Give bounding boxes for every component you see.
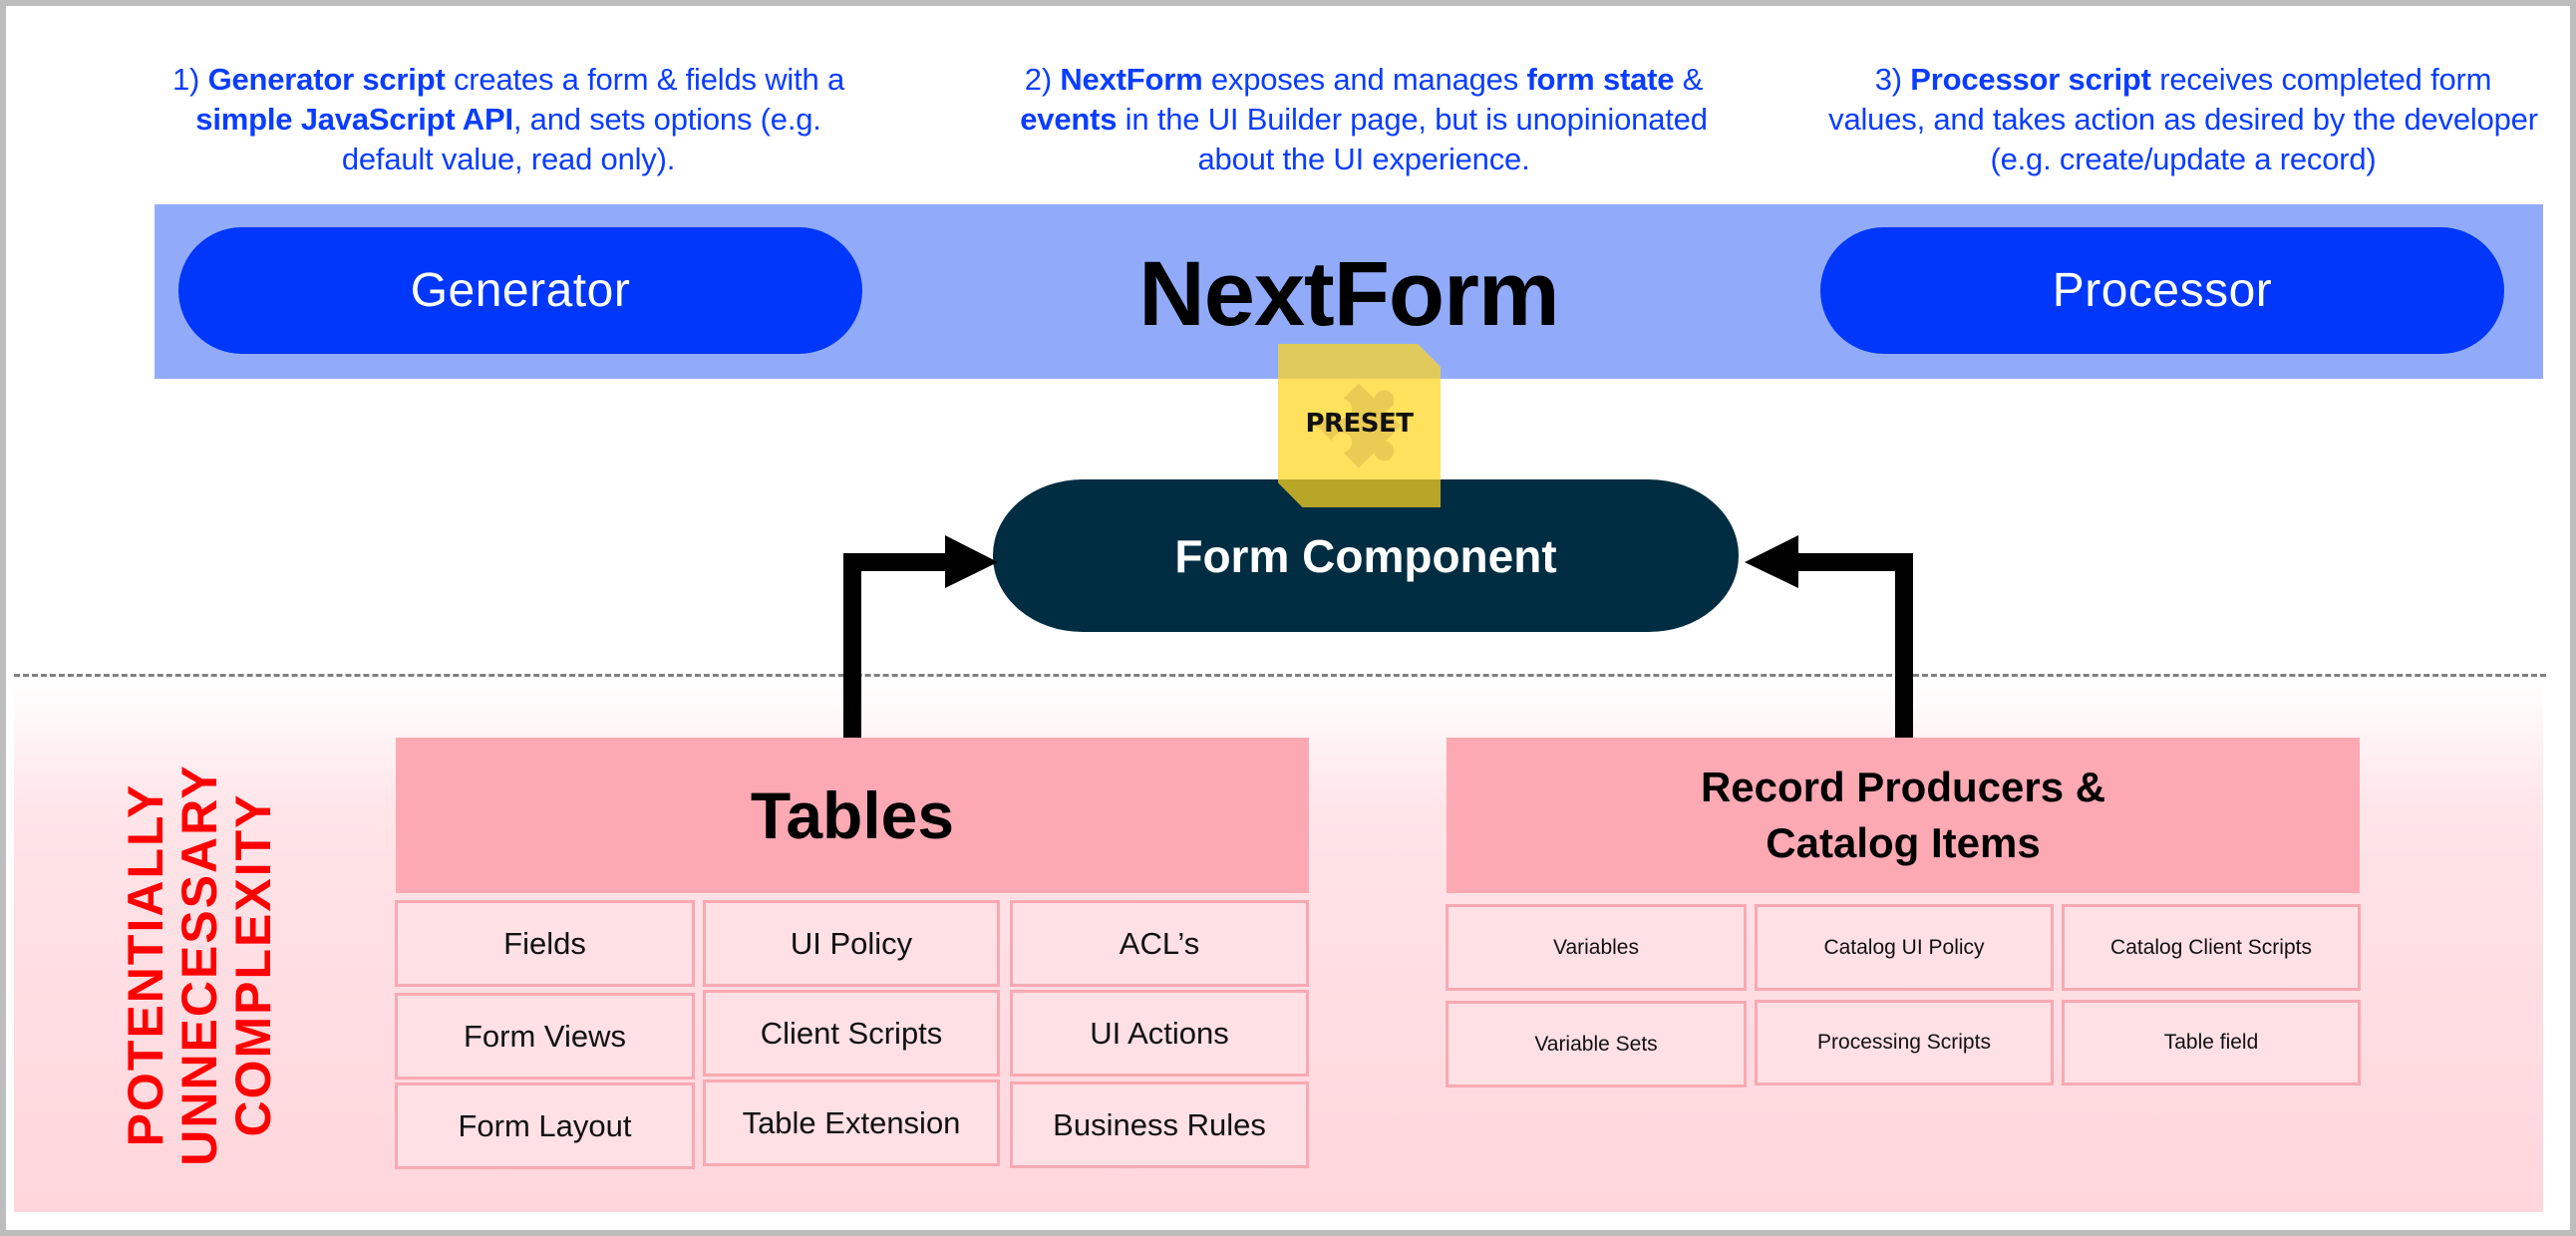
preset-badge: PRESET xyxy=(1278,344,1441,507)
preset-label: PRESET xyxy=(1305,409,1414,439)
record-to-form-arrow xyxy=(1745,535,1913,738)
tables-to-form-arrow xyxy=(843,535,998,738)
connector-arrows xyxy=(843,535,1913,738)
